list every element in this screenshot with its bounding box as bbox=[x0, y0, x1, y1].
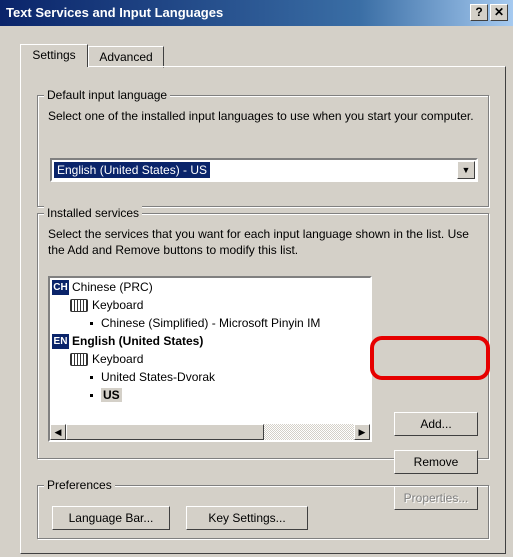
language-code-en: EN bbox=[52, 334, 69, 350]
key-settings-button[interactable]: Key Settings... bbox=[186, 506, 308, 530]
tree-item-us[interactable]: US bbox=[90, 386, 122, 404]
help-icon[interactable]: ? bbox=[470, 4, 488, 21]
tree-item-label: Chinese (Simplified) - Microsoft Pinyin … bbox=[101, 316, 321, 330]
preferences-legend: Preferences bbox=[44, 478, 115, 492]
tree-item-chinese[interactable]: CH Chinese (PRC) bbox=[52, 278, 153, 296]
scroll-thumb[interactable] bbox=[66, 424, 264, 440]
tab-advanced[interactable]: Advanced bbox=[88, 46, 164, 68]
tree-item-label: Chinese (PRC) bbox=[72, 280, 153, 294]
chevron-down-icon[interactable]: ▼ bbox=[457, 161, 475, 179]
default-input-legend: Default input language bbox=[44, 88, 171, 102]
keyboard-icon bbox=[70, 299, 88, 313]
scroll-left-icon[interactable]: ◀ bbox=[50, 424, 66, 440]
default-input-description: Select one of the installed input langua… bbox=[48, 109, 474, 123]
bullet-icon bbox=[90, 322, 93, 326]
keyboard-icon bbox=[70, 353, 88, 367]
bullet-icon bbox=[90, 394, 93, 398]
title-bar[interactable]: Text Services and Input Languages ? ✕ bbox=[0, 0, 513, 26]
dialog-window: Text Services and Input Languages ? ✕ Se… bbox=[0, 0, 513, 557]
remove-button[interactable]: Remove bbox=[394, 450, 478, 474]
installed-services-description: Select the services that you want for ea… bbox=[48, 227, 469, 257]
preferences-group: Preferences Language Bar... Key Settings… bbox=[37, 478, 489, 539]
language-code-ch: CH bbox=[52, 280, 69, 296]
tree-item-label: Keyboard bbox=[92, 352, 144, 366]
language-bar-button[interactable]: Language Bar... bbox=[52, 506, 170, 530]
tree-item-keyboard[interactable]: Keyboard bbox=[70, 350, 143, 368]
window-title: Text Services and Input Languages bbox=[6, 5, 224, 20]
installed-services-legend: Installed services bbox=[44, 206, 143, 220]
services-tree[interactable]: CH Chinese (PRC) Keyboard Chinese (Simpli… bbox=[48, 276, 372, 442]
tree-item-dvorak[interactable]: United States-Dvorak bbox=[90, 368, 215, 386]
tree-item-label: English (United States) bbox=[72, 334, 204, 348]
settings-panel: Default input language Select one of the… bbox=[20, 66, 506, 554]
horizontal-scrollbar[interactable]: ◀ ▶ bbox=[50, 424, 370, 440]
tree-item-pinyin[interactable]: Chinese (Simplified) - Microsoft Pinyin … bbox=[90, 314, 320, 332]
close-icon[interactable]: ✕ bbox=[490, 4, 508, 21]
default-input-group: Default input language Select one of the… bbox=[37, 88, 489, 207]
scroll-right-icon[interactable]: ▶ bbox=[354, 424, 370, 440]
tab-settings[interactable]: Settings bbox=[20, 44, 88, 67]
tree-item-label: US bbox=[101, 388, 122, 402]
add-button[interactable]: Add... bbox=[394, 412, 478, 436]
default-language-select[interactable]: English (United States) - US ▼ bbox=[50, 158, 478, 182]
tree-item-label: United States-Dvorak bbox=[101, 370, 216, 384]
installed-services-group: Installed services Select the services t… bbox=[37, 206, 489, 510]
tree-item-keyboard[interactable]: Keyboard bbox=[70, 296, 143, 314]
tree-item-english[interactable]: EN English (United States) bbox=[52, 332, 203, 350]
bullet-icon bbox=[90, 376, 93, 380]
tree-item-label: Keyboard bbox=[92, 298, 144, 312]
default-language-value: English (United States) - US bbox=[54, 162, 211, 178]
